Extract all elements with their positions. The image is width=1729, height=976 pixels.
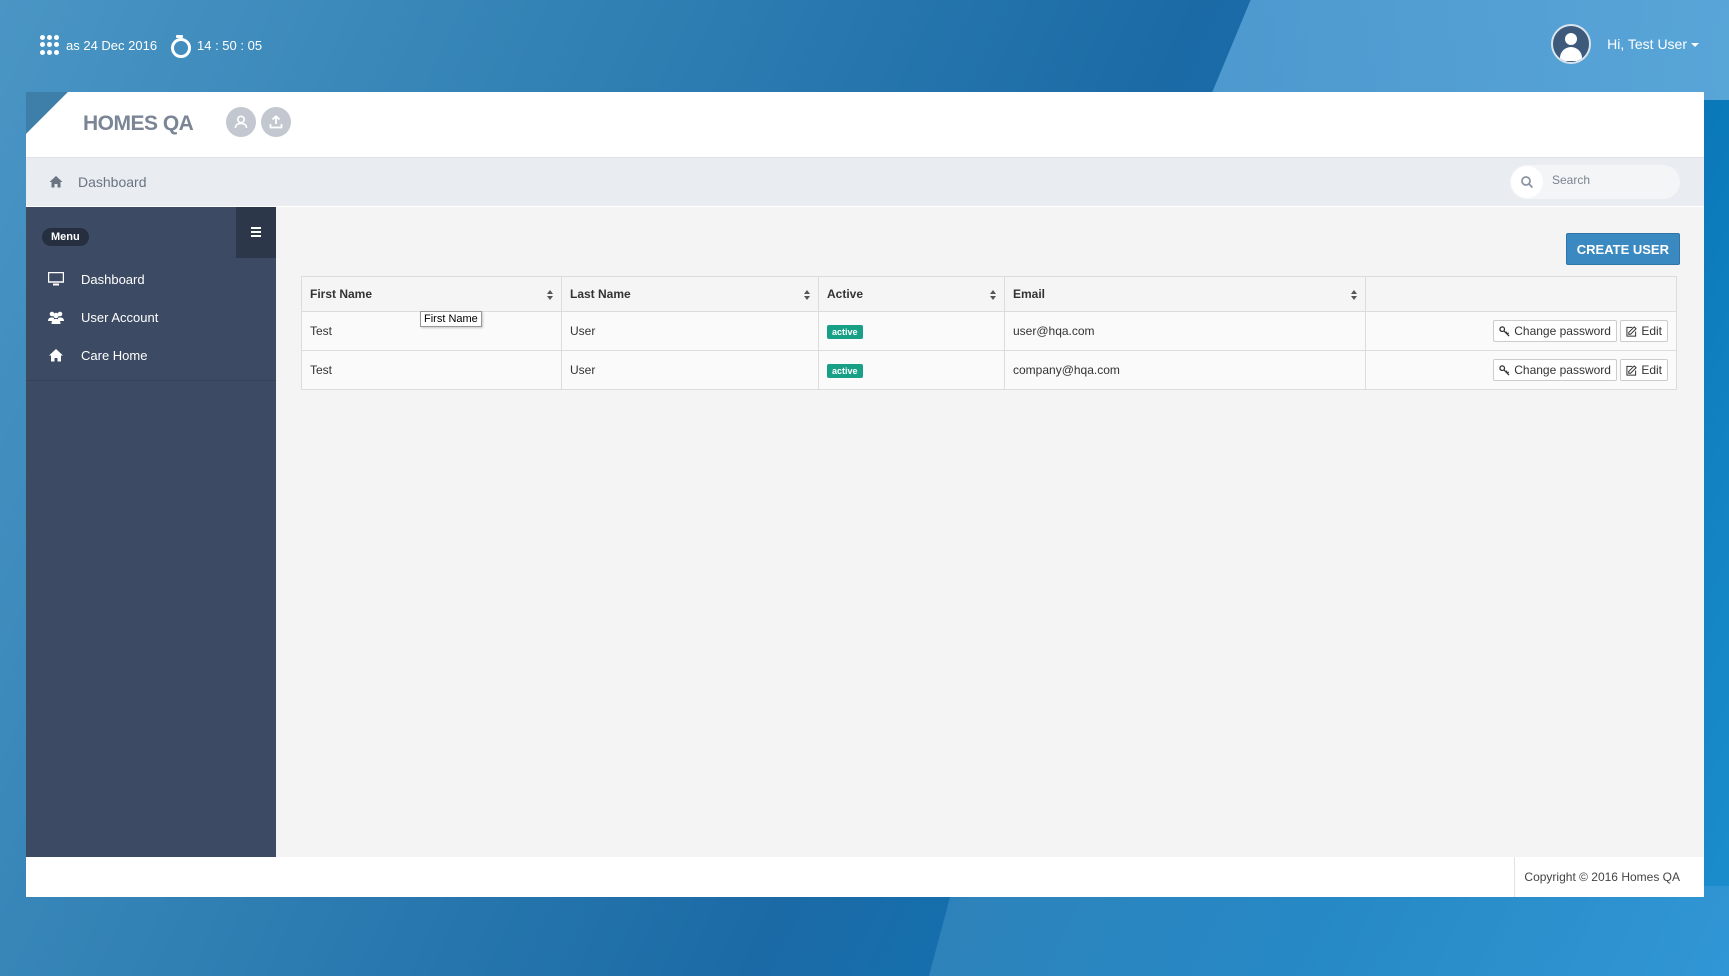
content-area: Menu Dashboard User Account Care Home CR…	[26, 207, 1704, 857]
key-icon	[1499, 364, 1510, 376]
table-header-row: First Name Last Name Active Email	[301, 276, 1677, 312]
column-header-email[interactable]: Email	[1004, 276, 1366, 312]
sidebar-item-label: User Account	[81, 309, 159, 325]
status-badge: active	[827, 363, 863, 378]
column-header-actions	[1365, 276, 1677, 312]
sidebar-item-care-home[interactable]: Care Home	[26, 336, 276, 374]
cell-email: user@hqa.com	[1004, 311, 1366, 351]
cell-first-name: Test	[301, 350, 562, 390]
search-box[interactable]	[1510, 165, 1680, 199]
user-icon	[234, 115, 248, 129]
brand-name: HOMES QA	[83, 112, 194, 135]
copyright-text: Copyright © 2016 Homes QA	[1514, 857, 1704, 897]
date-text: as 24 Dec 2016	[66, 37, 158, 53]
cell-last-name: User	[561, 350, 819, 390]
status-badge: active	[827, 324, 863, 339]
stopwatch-icon	[171, 35, 191, 58]
column-header-active[interactable]: Active	[818, 276, 1005, 312]
sidebar-nav: Dashboard User Account Care Home	[26, 260, 276, 381]
edit-button[interactable]: Edit	[1620, 320, 1668, 342]
cell-last-name: User	[561, 311, 819, 351]
monitor-icon	[48, 272, 64, 286]
users-table: First Name Last Name Active Email Test U…	[301, 276, 1677, 390]
cell-actions: Change password Edit	[1365, 311, 1677, 351]
column-header-last-name[interactable]: Last Name	[561, 276, 819, 312]
caret-down-icon	[1691, 43, 1699, 48]
edit-icon	[1626, 364, 1638, 376]
cell-active: active	[818, 350, 1005, 390]
tooltip: First Name	[420, 311, 482, 327]
table-row: Test User active company@hqa.com Change …	[301, 350, 1677, 390]
sidebar-item-user-account[interactable]: User Account	[26, 298, 276, 336]
menu-toggle-icon[interactable]	[236, 207, 276, 258]
apps-grid-icon[interactable]	[40, 35, 60, 55]
search-input[interactable]	[1552, 173, 1672, 187]
cell-email: company@hqa.com	[1004, 350, 1366, 390]
sort-icon[interactable]	[804, 290, 810, 300]
breadcrumb-current[interactable]: Dashboard	[78, 174, 147, 190]
main-panel: CREATE USER First Name Last Name Active …	[276, 207, 1704, 857]
search-icon[interactable]	[1511, 166, 1543, 198]
home-icon	[49, 349, 63, 362]
user-greeting[interactable]: Hi, Test User	[1607, 36, 1699, 52]
top-bar: as 24 Dec 2016 14 : 50 : 05 Hi, Test Use…	[0, 0, 1729, 92]
breadcrumb: Dashboard	[26, 157, 1704, 206]
column-header-first-name[interactable]: First Name	[301, 276, 562, 312]
upload-icon	[269, 115, 283, 129]
sort-icon[interactable]	[990, 290, 996, 300]
menu-label: Menu	[42, 228, 89, 246]
background-shape-bottom	[929, 886, 1729, 976]
sidebar-item-label: Care Home	[81, 347, 148, 363]
create-user-button[interactable]: CREATE USER	[1565, 233, 1680, 265]
sidebar-item-dashboard[interactable]: Dashboard	[26, 260, 276, 298]
change-password-button[interactable]: Change password	[1493, 359, 1617, 381]
avatar[interactable]	[1551, 24, 1592, 64]
change-password-button[interactable]: Change password	[1493, 320, 1617, 342]
profile-button[interactable]	[226, 107, 256, 137]
cell-active: active	[818, 311, 1005, 351]
time-text: 14 : 50 : 05	[197, 37, 263, 53]
key-icon	[1499, 325, 1510, 337]
user-menu[interactable]: Hi, Test User	[1551, 24, 1699, 64]
sort-icon[interactable]	[547, 290, 553, 300]
edit-icon	[1626, 325, 1638, 337]
users-icon	[48, 311, 64, 324]
app-window: HOMES QA Dashboard Search Menu Dashboard…	[26, 92, 1704, 897]
clock-display: 14 : 50 : 05	[171, 35, 263, 58]
cell-actions: Change password Edit	[1365, 350, 1677, 390]
home-icon[interactable]	[49, 175, 63, 188]
date-display: as 24 Dec 2016	[40, 35, 157, 55]
sidebar-item-label: Dashboard	[81, 271, 145, 287]
sidebar: Menu Dashboard User Account Care Home	[26, 207, 276, 857]
edit-button[interactable]: Edit	[1620, 359, 1668, 381]
brand-bar: HOMES QA	[26, 92, 1704, 157]
table-row: Test User active user@hqa.com Change pas…	[301, 311, 1677, 351]
upload-button[interactable]	[261, 107, 291, 137]
sort-icon[interactable]	[1351, 290, 1357, 300]
footer: Copyright © 2016 Homes QA	[26, 857, 1704, 897]
